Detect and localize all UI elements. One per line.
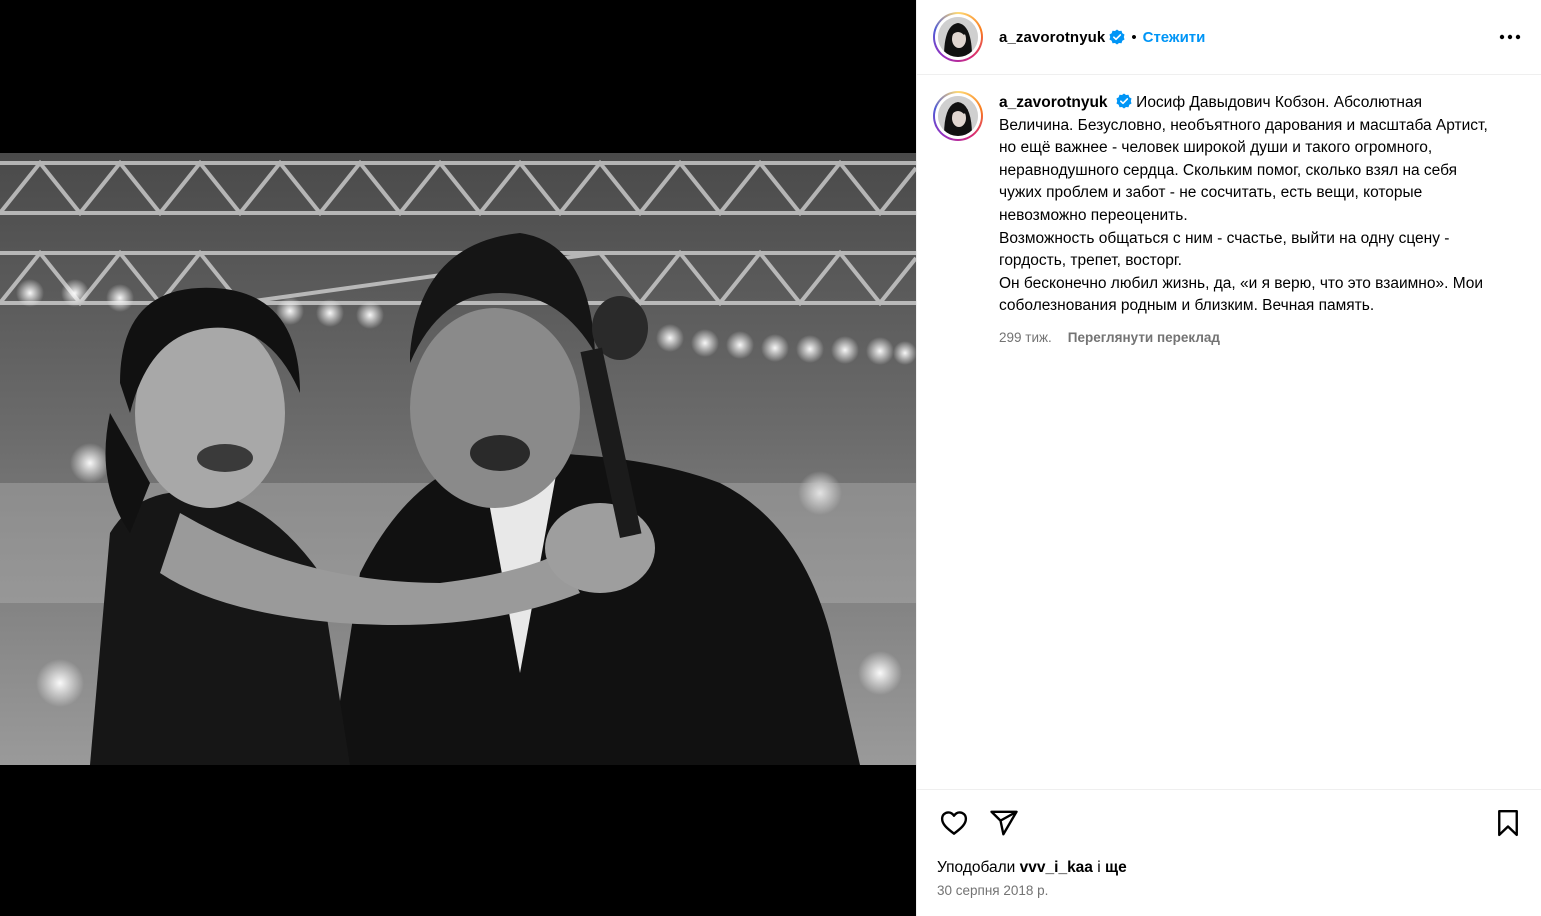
avatar[interactable] [938,17,978,57]
separator-dot: • [1131,28,1137,46]
post-viewer: a_zavorotnyuk • Стежити a_zavorotnyuk Ио… [0,0,1541,916]
see-translation-button[interactable]: Переглянути переклад [1068,327,1220,350]
post-side-panel: a_zavorotnyuk • Стежити a_zavorotnyuk Ио… [916,0,1541,916]
post-header: a_zavorotnyuk • Стежити [917,0,1541,75]
action-bar [917,790,1541,856]
caption-meta: 299 тиж. Переглянути переклад [999,327,1499,350]
likes-conjunction: і [1097,859,1101,876]
post-footer: Уподобали vvv_i_kaa і ще 30 серпня 2018 … [917,789,1541,916]
liker-username[interactable]: vvv_i_kaa [1020,859,1093,876]
verified-badge-icon [1116,93,1132,109]
heart-icon[interactable] [937,806,971,840]
avatar-image [938,17,978,57]
author-username[interactable]: a_zavorotnyuk [999,29,1105,46]
caption-body: a_zavorotnyuk Иосиф Давыдович Кобзон. Аб… [999,91,1499,350]
story-ring[interactable] [933,12,983,62]
likes-summary: Уподобали vvv_i_kaa і ще [917,859,1541,877]
likes-prefix: Уподобали [937,859,1016,876]
more-options-icon[interactable] [1495,22,1525,52]
caption-section: a_zavorotnyuk Иосиф Давыдович Кобзон. Аб… [917,75,1541,350]
caption-story-ring[interactable] [933,91,983,141]
post-photo[interactable] [0,153,916,765]
media-area [0,0,916,916]
follow-button[interactable]: Стежити [1143,29,1206,46]
likes-others-link[interactable]: ще [1105,859,1127,876]
post-age[interactable]: 299 тиж. [999,327,1052,350]
post-photo-image [0,153,916,765]
caption-text: Иосиф Давыдович Кобзон. Абсолютная Велич… [999,94,1488,315]
caption-username[interactable]: a_zavorotnyuk [999,94,1108,111]
bookmark-icon[interactable] [1491,806,1525,840]
caption-avatar-image [938,96,978,136]
caption-avatar[interactable] [938,96,978,136]
share-icon[interactable] [987,806,1021,840]
post-date[interactable]: 30 серпня 2018 р. [917,883,1541,898]
verified-badge-icon [1109,29,1125,45]
